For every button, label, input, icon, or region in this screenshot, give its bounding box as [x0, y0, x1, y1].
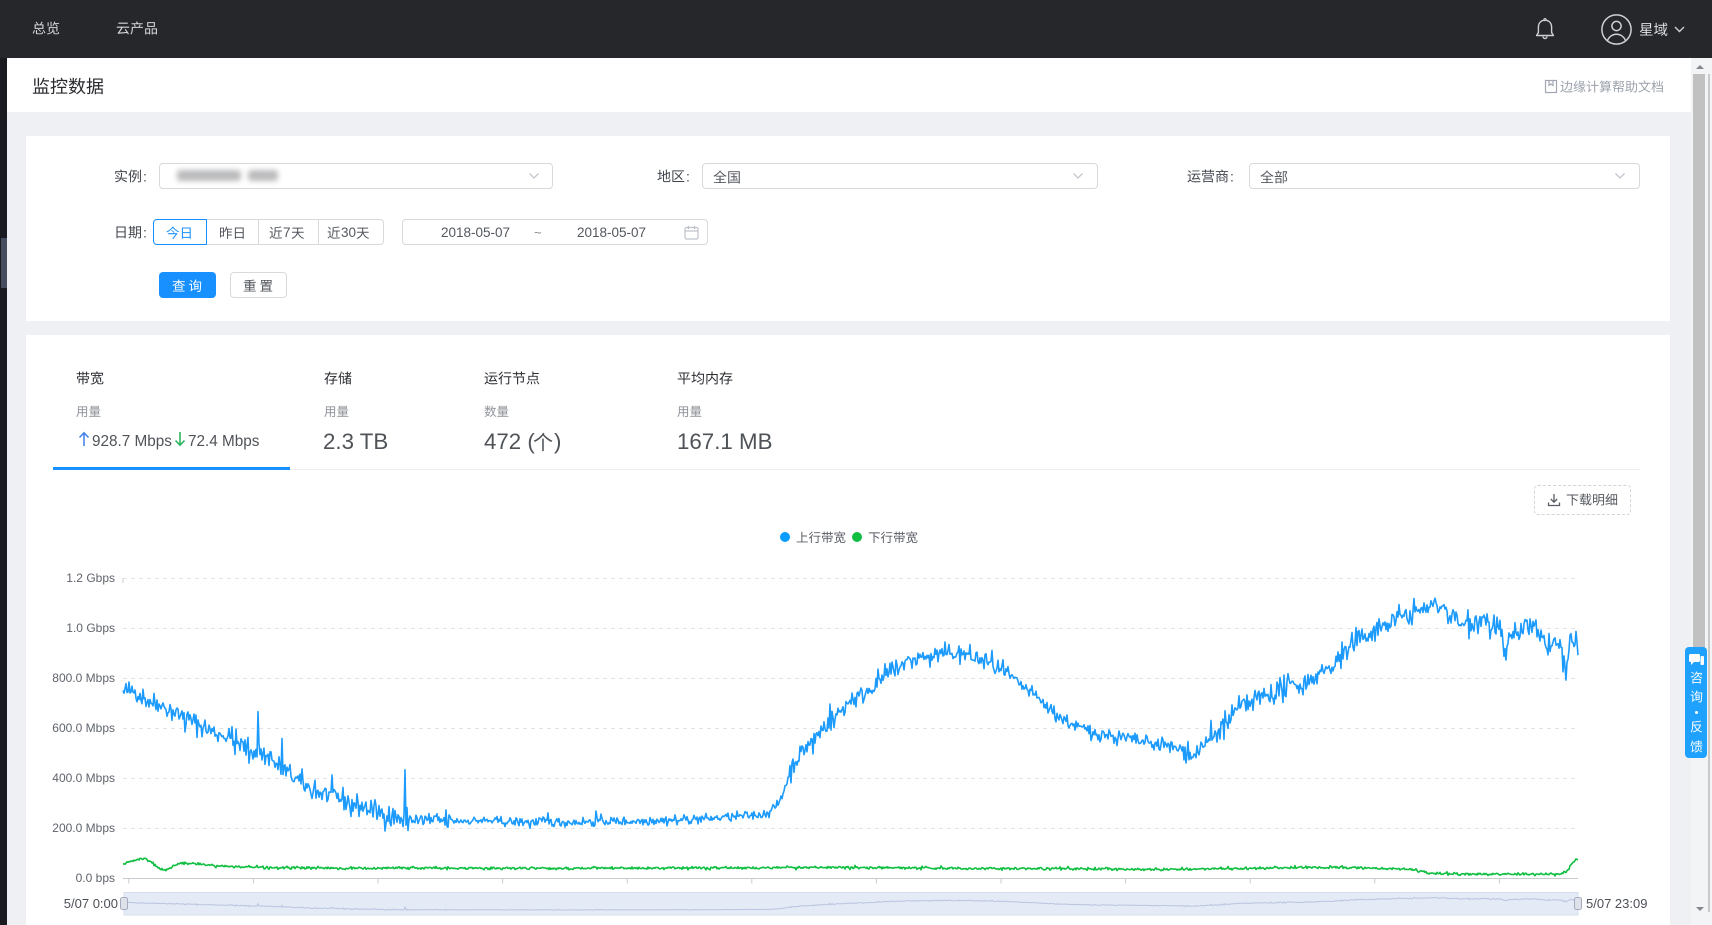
- svg-text:5/07 23:09: 5/07 23:09: [1586, 896, 1647, 911]
- svg-text:0.0 bps: 0.0 bps: [76, 871, 115, 885]
- svg-text:800.0 Mbps: 800.0 Mbps: [52, 671, 115, 685]
- svg-text:1.0 Gbps: 1.0 Gbps: [66, 621, 115, 635]
- svg-text:400.0 Mbps: 400.0 Mbps: [52, 771, 115, 785]
- svg-text:5/07 0:00: 5/07 0:00: [64, 896, 118, 911]
- svg-text:600.0 Mbps: 600.0 Mbps: [52, 721, 115, 735]
- svg-text:200.0 Mbps: 200.0 Mbps: [52, 821, 115, 835]
- svg-text:1.2 Gbps: 1.2 Gbps: [66, 571, 115, 585]
